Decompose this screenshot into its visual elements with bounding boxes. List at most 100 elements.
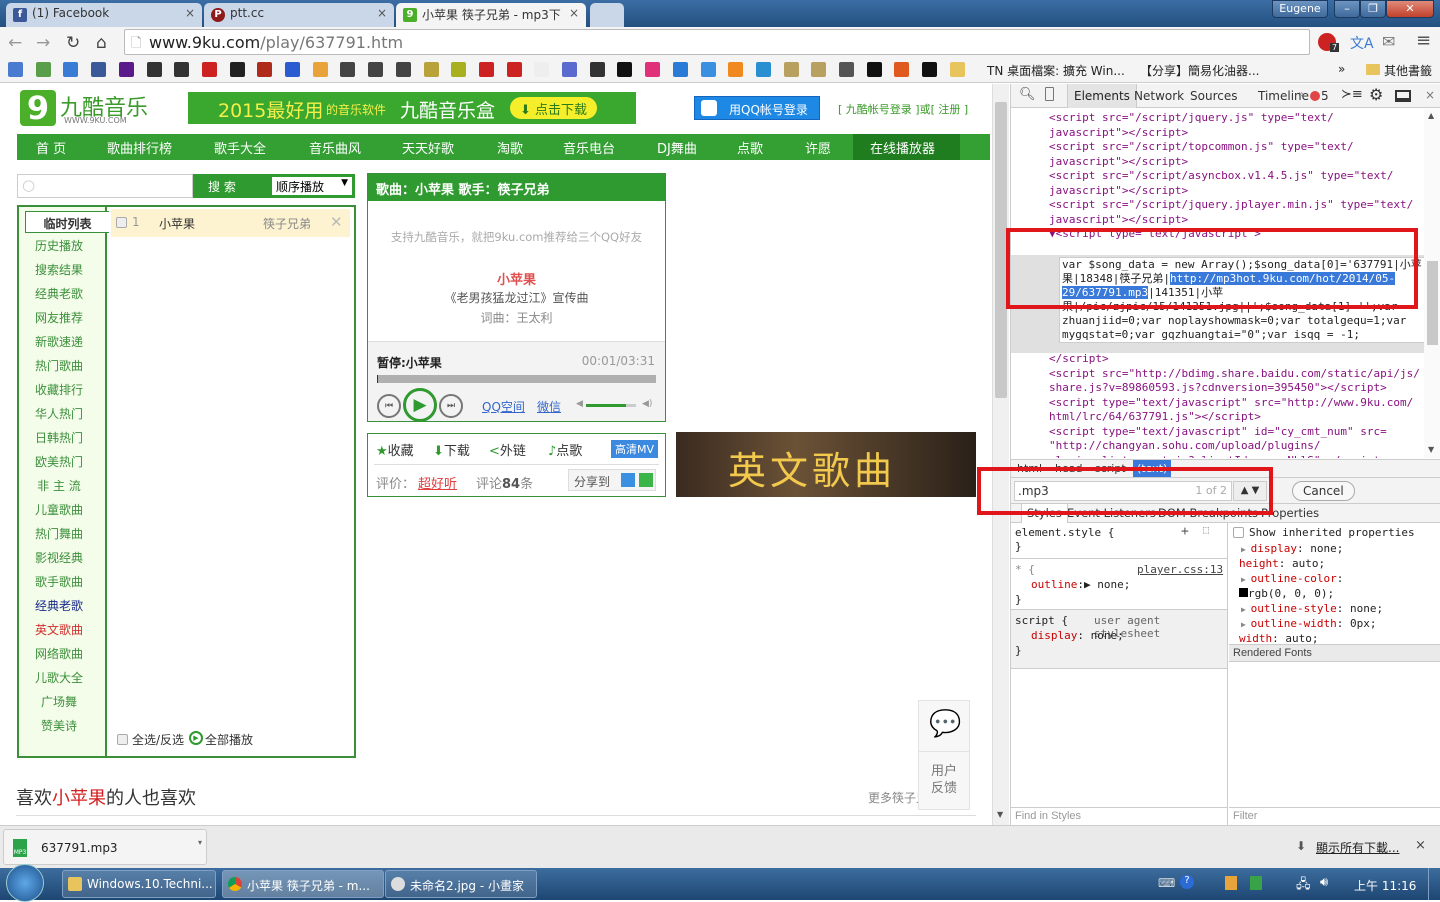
play-all-button[interactable]: 全部播放 [205, 731, 253, 748]
sidebar-item[interactable]: 经典老歌 [19, 285, 99, 302]
error-icon[interactable] [1310, 91, 1320, 101]
download-item[interactable]: MP3 637791.mp3 ▾ [3, 829, 207, 865]
more-tabs-icon[interactable]: » [1298, 89, 1304, 100]
bookmark-favicon-icon[interactable] [118, 62, 134, 77]
code-line[interactable]: </script> [1049, 352, 1420, 367]
dom-scrollbar[interactable]: ▲ ▼ [1424, 109, 1440, 458]
bookmark-favicon-icon[interactable] [8, 62, 23, 77]
keyboard-icon[interactable]: ⌨ [1158, 876, 1175, 890]
row-checkbox[interactable] [116, 217, 127, 228]
nav-item[interactable]: DJ舞曲 [657, 138, 697, 157]
download-button[interactable]: ⬇下载 [433, 440, 470, 459]
bookmark-favicon-icon[interactable] [451, 62, 467, 77]
reload-icon[interactable]: ↻ [66, 33, 80, 53]
bookmark-favicon-icon[interactable] [229, 62, 245, 77]
css-property[interactable]: outline [1031, 578, 1077, 591]
bookmark-favicon-icon[interactable] [728, 62, 744, 77]
tab-9ku[interactable]: 9 小苹果 筷子兄弟 - mp3下 × [396, 3, 586, 27]
request-song-button[interactable]: ♪点歌 [548, 440, 582, 459]
code-line[interactable]: <script type="text/javascript" id="cy_cm… [1049, 425, 1420, 440]
find-cancel-button[interactable]: Cancel [1292, 481, 1355, 501]
volume-icon[interactable]: 🔊︎ [1320, 875, 1328, 890]
sidebar-item[interactable]: 热门舞曲 [19, 525, 99, 542]
sidebar-item[interactable]: 歌手歌曲 [19, 573, 99, 590]
sidebar-item[interactable]: 广场舞 [19, 693, 99, 710]
nav-item[interactable]: 音乐电台 [563, 138, 615, 157]
nav-item[interactable]: 淘歌 [497, 138, 523, 157]
sidebar-item[interactable]: 收藏排行 [19, 381, 99, 398]
scroll-down-icon[interactable]: ▼ [997, 810, 1003, 819]
qq-login-button[interactable]: 用QQ帐号登录 [694, 96, 820, 120]
bookmark-favicon-icon[interactable] [35, 62, 51, 77]
download-banner[interactable]: 2015最好用 的音乐软件 九酷音乐盒 ⬇ 点击下载 [188, 92, 636, 124]
scroll-up-icon[interactable]: ▲ [1428, 111, 1434, 120]
bookmark-other[interactable]: 其他書籤 [1384, 62, 1432, 79]
rule-selector[interactable]: * { [1015, 563, 1035, 576]
forward-icon[interactable]: → [36, 33, 50, 53]
code-line[interactable]: "http://changyan.sohu.com/upload/plugins… [1049, 439, 1420, 454]
new-tab-button[interactable] [590, 3, 624, 27]
bookmark-favicon-icon[interactable] [866, 62, 882, 77]
computed-property[interactable]: ▶ display: none; [1241, 542, 1383, 557]
external-link-button[interactable]: <外链 [489, 440, 526, 459]
bookmark-favicon-icon[interactable] [146, 62, 162, 77]
comment-count[interactable]: 评论84条 [476, 473, 533, 492]
nav-item[interactable]: 首 页 [36, 138, 66, 157]
close-tab-icon[interactable]: × [185, 6, 195, 20]
english-songs-ad[interactable]: 英文歌曲 [676, 432, 976, 497]
computed-property[interactable]: rgb(0, 0, 0); [1239, 587, 1383, 602]
close-tab-icon[interactable]: × [377, 6, 387, 20]
bookmark-favicon-icon[interactable] [478, 62, 494, 77]
bookmark-favicon-icon[interactable] [423, 62, 439, 77]
code-line[interactable]: javascript"></script> [1049, 213, 1413, 228]
bookmark-favicon-icon[interactable] [783, 62, 799, 77]
find-in-styles-input[interactable]: Find in Styles [1011, 807, 1227, 825]
bookmark-favicon-icon[interactable] [922, 62, 938, 77]
show-inherited-checkbox[interactable] [1233, 527, 1244, 538]
expand-arrow-icon[interactable]: ▶ [1241, 605, 1251, 614]
network-icon[interactable]: 🖧 [1296, 875, 1311, 897]
code-line[interactable]: javascript"></script> [1049, 126, 1413, 141]
page-scrollbar[interactable]: ▼ [992, 84, 1009, 825]
computed-property[interactable]: ▶ outline-color: [1241, 572, 1383, 587]
search-button[interactable]: 搜 索 [208, 178, 236, 195]
previous-icon[interactable]: ⏮ [377, 394, 401, 418]
start-button[interactable] [6, 864, 44, 902]
bookmark-favicon-icon[interactable] [755, 62, 771, 77]
bookmark-favicon-icon[interactable] [506, 62, 522, 77]
bookmark-favicon-icon[interactable] [617, 62, 633, 77]
tab-ptt[interactable]: P ptt.cc × [204, 3, 394, 27]
expand-arrow-icon[interactable]: ▶ [1241, 620, 1251, 629]
rule-source-link[interactable]: player.css:13 [1137, 563, 1223, 576]
computed-property[interactable]: ▶ outline-width: 0px; [1241, 617, 1383, 632]
code-line[interactable]: html/lrc/64/637791.js"></script> [1049, 410, 1420, 425]
minimize-button[interactable]: – [1334, 0, 1360, 18]
sidebar-item[interactable]: 欧美热门 [19, 453, 99, 470]
bookmark-favicon-icon[interactable] [672, 62, 688, 77]
sidebar-item[interactable]: 新歌速递 [19, 333, 99, 350]
sidebar-item[interactable]: 非 主 流 [19, 477, 99, 494]
bookmark-favicon-icon[interactable] [811, 62, 827, 77]
error-count[interactable]: 5 [1321, 89, 1329, 103]
download-now-button[interactable]: ⬇ 点击下载 [510, 97, 598, 119]
rendered-fonts-header[interactable]: Rendered Fonts [1229, 644, 1440, 662]
play-icon[interactable]: ▶ [403, 388, 437, 422]
dock-icon[interactable] [1395, 90, 1411, 102]
home-icon[interactable]: ⌂ [96, 33, 107, 53]
close-tab-icon[interactable]: × [569, 6, 579, 20]
hd-mv-button[interactable]: 高清MV [611, 440, 659, 458]
feedback-widget[interactable]: 💬 用户反馈 [918, 700, 970, 810]
taskbar-item-paint[interactable]: 未命名2.jpg - 小畫家 [385, 870, 537, 898]
menu-icon[interactable]: ≡ [1416, 30, 1431, 51]
tab-network[interactable]: Network [1134, 89, 1184, 103]
profile-button[interactable]: Eugene [1272, 0, 1328, 18]
select-all-checkbox[interactable] [117, 734, 128, 745]
download-menu-icon[interactable]: ▾ [198, 838, 202, 847]
bookmark-favicon-icon[interactable] [368, 62, 384, 77]
row-title[interactable]: 小苹果 [159, 215, 195, 232]
inspect-search-icon[interactable]: 🔍︎ [1019, 87, 1036, 102]
show-desktop-button[interactable] [1428, 868, 1440, 900]
bookmark-tn[interactable]: TN 桌面檔案: 擴充 Win... [987, 62, 1125, 79]
mail-checker-icon[interactable]: ✉ [1382, 32, 1395, 51]
sidebar-item[interactable]: 搜索结果 [19, 261, 99, 278]
